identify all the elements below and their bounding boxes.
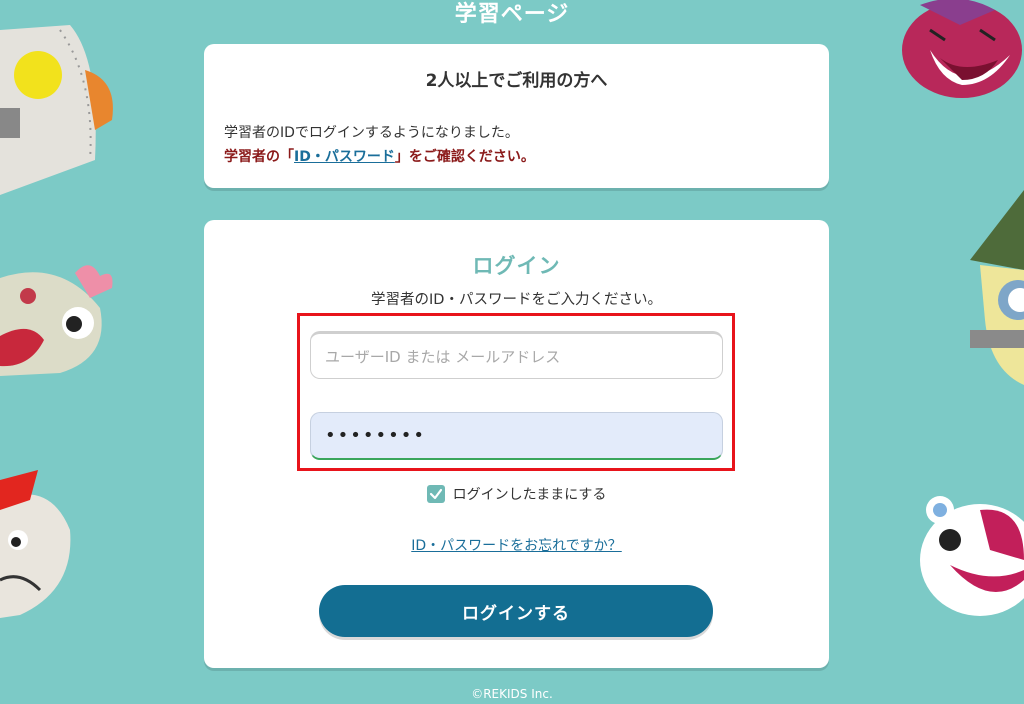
flower-mascot bbox=[0, 265, 113, 376]
check-icon bbox=[429, 488, 442, 500]
password-input[interactable]: •••••••• bbox=[310, 412, 723, 460]
page-title: 学習ページ bbox=[454, 2, 570, 27]
remember-me[interactable]: ログインしたままにする bbox=[204, 484, 829, 504]
login-instruction: 学習者のID・パスワードをご入力ください。 bbox=[371, 292, 662, 308]
notice-warning: 学習者の「ID・パスワード」をご確認ください。 bbox=[224, 146, 535, 166]
password-value: •••••••• bbox=[325, 425, 426, 446]
remember-checkbox[interactable] bbox=[426, 485, 445, 503]
hat-mascot bbox=[970, 190, 1024, 385]
dog-mascot bbox=[920, 496, 1024, 616]
notice-text: 学習者のIDでログインするようになりました。 bbox=[224, 125, 519, 141]
username-placeholder: ユーザーID または メールアドレス bbox=[325, 347, 561, 366]
notice-title: 2人以上でご利用の方へ bbox=[425, 71, 608, 91]
copyright: ©REKIDS Inc. bbox=[471, 687, 553, 701]
forgot-password-link[interactable]: ID・パスワードをお忘れですか？ bbox=[204, 535, 829, 555]
remember-label: ログインしたままにする bbox=[452, 487, 607, 503]
id-password-link[interactable]: ID・パスワード bbox=[294, 149, 395, 165]
login-heading: ログイン bbox=[472, 254, 561, 278]
username-input[interactable]: ユーザーID または メールアドレス bbox=[310, 331, 723, 379]
notice-card: 2人以上でご利用の方へ 学習者のIDでログインするようになりました。 学習者の「… bbox=[204, 44, 829, 188]
login-card: ログイン 学習者のID・パスワードをご入力ください。 ユーザーID または メー… bbox=[204, 220, 829, 668]
robot-mascot bbox=[0, 25, 113, 195]
notice-warning-prefix: 学習者の「 bbox=[224, 149, 294, 165]
angry-mascot bbox=[0, 470, 71, 618]
login-button[interactable]: ログインする bbox=[319, 585, 713, 637]
notice-warning-suffix: 」をご確認ください。 bbox=[394, 149, 535, 165]
